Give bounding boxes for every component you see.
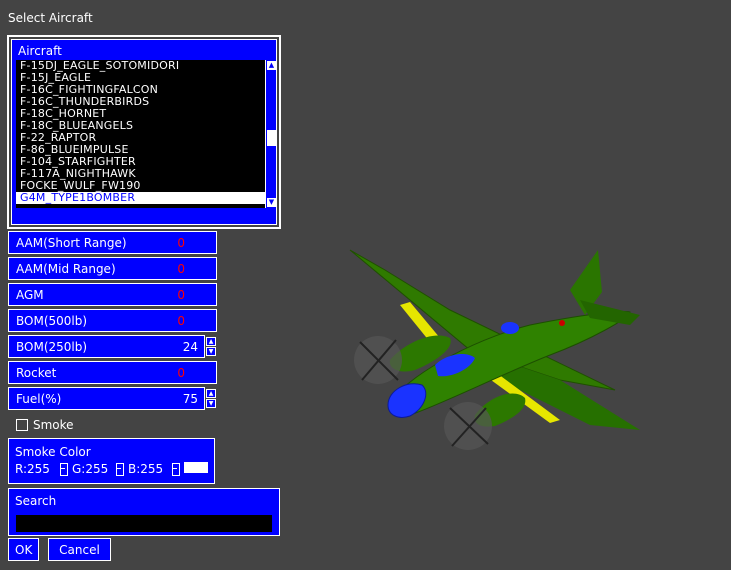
- aircraft-label: Aircraft: [18, 44, 62, 58]
- blue-value: B:255: [128, 462, 164, 476]
- weapon-label: Fuel(%): [16, 392, 62, 406]
- weapon-label: AAM(Short Range): [16, 236, 127, 250]
- fuel-stepper[interactable]: ▲ ▼: [206, 389, 216, 409]
- list-scrollbar[interactable]: ▲ ▼: [265, 60, 276, 208]
- weapon-value: 0: [177, 366, 185, 380]
- scroll-thumb[interactable]: [267, 130, 276, 146]
- green-stepper[interactable]: [116, 463, 124, 476]
- weapon-label: AAM(Mid Range): [16, 262, 116, 276]
- weapon-value: 0: [177, 314, 185, 328]
- stepper-up-icon[interactable]: ▲: [206, 337, 216, 346]
- weapon-row-bom250: BOM(250lb) 24 ▲ ▼: [8, 335, 216, 358]
- smoke-checkbox[interactable]: [16, 419, 28, 431]
- search-input[interactable]: [16, 515, 272, 532]
- weapon-value: 24: [182, 340, 198, 354]
- weapon-label: BOM(500lb): [16, 314, 88, 328]
- scroll-down-icon[interactable]: ▼: [267, 198, 276, 207]
- aircraft-panel: Aircraft F-15DJ_EAGLE_SOTOMIDORI F-15J_E…: [7, 35, 281, 229]
- weapon-row-aam-mid: AAM(Mid Range) 0: [8, 257, 217, 280]
- blue-stepper[interactable]: [172, 463, 180, 476]
- search-panel: Search: [8, 488, 280, 536]
- weapon-label: Rocket: [16, 366, 57, 380]
- weapon-row-agm: AGM 0: [8, 283, 217, 306]
- list-item-selected[interactable]: G4M_TYPE1BOMBER: [16, 192, 276, 204]
- smoke-label: Smoke: [33, 418, 74, 432]
- weapon-value: 0: [177, 288, 185, 302]
- stepper-down-icon[interactable]: ▼: [206, 399, 216, 408]
- weapon-row-bom500: BOM(500lb) 0: [8, 309, 217, 332]
- ok-button[interactable]: OK: [8, 538, 39, 561]
- window-title: Select Aircraft: [8, 11, 93, 25]
- green-value: G:255: [72, 462, 109, 476]
- red-value: R:255: [15, 462, 50, 476]
- red-stepper[interactable]: [60, 463, 68, 476]
- weapon-label: AGM: [16, 288, 44, 302]
- weapon-value: 0: [177, 236, 185, 250]
- search-label: Search: [15, 494, 57, 508]
- aircraft-list[interactable]: F-15DJ_EAGLE_SOTOMIDORI F-15J_EAGLE F-16…: [16, 60, 276, 208]
- weapon-value: 0: [177, 262, 185, 276]
- aircraft-preview-3d: [349, 249, 640, 450]
- scroll-up-icon[interactable]: ▲: [267, 61, 276, 70]
- cancel-button[interactable]: Cancel: [48, 538, 111, 561]
- smoke-color-label: Smoke Color: [15, 445, 91, 459]
- weapon-row-rocket: Rocket 0: [8, 361, 217, 384]
- smoke-color-panel: Smoke Color R:255 G:255 B:255: [8, 438, 215, 484]
- stepper-down-icon[interactable]: ▼: [206, 347, 216, 356]
- weapon-row-aam-short: AAM(Short Range) 0: [8, 231, 217, 254]
- bomber-model: [349, 249, 640, 450]
- color-swatch: [184, 462, 208, 473]
- weapon-label: BOM(250lb): [16, 340, 88, 354]
- stepper-up-icon[interactable]: ▲: [206, 389, 216, 398]
- weapon-row-fuel: Fuel(%) 75 ▲ ▼: [8, 387, 216, 410]
- weapon-value: 75: [182, 392, 198, 406]
- bom250-stepper[interactable]: ▲ ▼: [206, 337, 216, 357]
